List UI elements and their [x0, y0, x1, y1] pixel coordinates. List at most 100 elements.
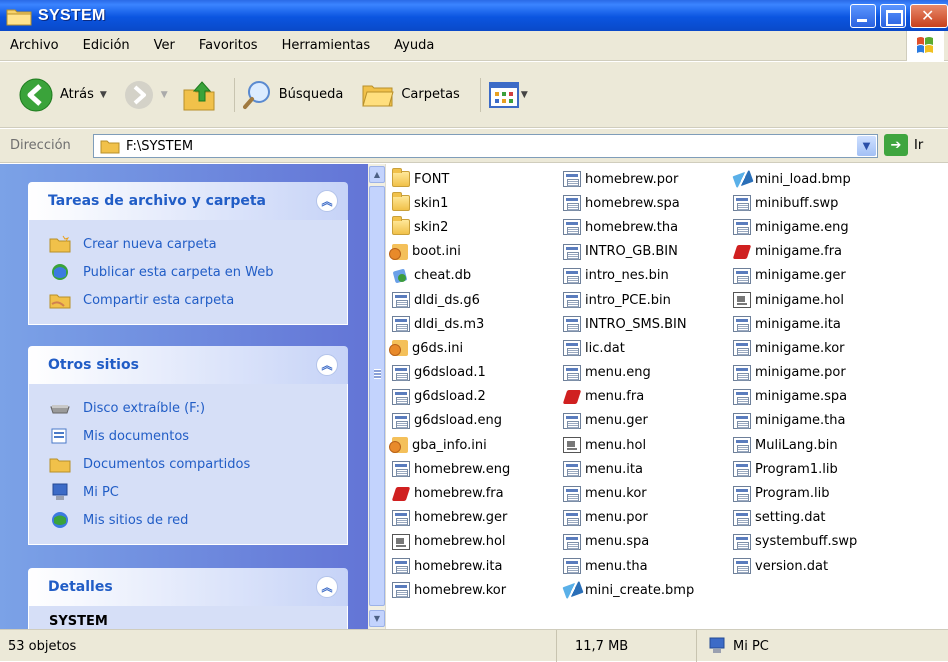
file-item[interactable]: INTRO_GB.BIN: [563, 240, 694, 264]
forward-dropdown-icon[interactable]: ▼: [161, 90, 168, 100]
scroll-up-button[interactable]: ▲: [369, 166, 385, 183]
file-item[interactable]: version.dat: [733, 554, 857, 578]
place-label: Disco extraíble (F:): [83, 400, 206, 416]
maximize-button[interactable]: [880, 4, 906, 28]
file-item[interactable]: minigame.ita: [733, 312, 857, 336]
file-item[interactable]: minigame.kor: [733, 336, 857, 360]
file-item[interactable]: homebrew.por: [563, 167, 694, 191]
place-my-documents[interactable]: Mis documentos: [49, 422, 347, 450]
file-item[interactable]: boot.ini: [389, 240, 510, 264]
file-item[interactable]: menu.hol: [563, 433, 694, 457]
file-item[interactable]: Program1.lib: [733, 457, 857, 481]
file-item[interactable]: minigame.ger: [733, 264, 857, 288]
file-item[interactable]: menu.spa: [563, 530, 694, 554]
file-item[interactable]: dldi_ds.m3: [392, 312, 510, 336]
file-name: dldi_ds.g6: [414, 292, 480, 308]
task-share-folder[interactable]: Compartir esta carpeta: [49, 286, 347, 314]
file-item[interactable]: homebrew.fra: [392, 481, 510, 505]
minimize-button[interactable]: [850, 4, 876, 28]
file-item[interactable]: minigame.eng: [733, 215, 857, 239]
file-item[interactable]: Program.lib: [733, 481, 857, 505]
panel-title[interactable]: Otros sitios ︽: [28, 346, 348, 384]
task-new-folder[interactable]: Crear nueva carpeta: [49, 230, 347, 258]
address-dropdown-icon[interactable]: ▼: [857, 136, 876, 156]
panel-title[interactable]: Tareas de archivo y carpeta ︽: [28, 182, 348, 220]
address-input[interactable]: F:\SYSTEM ▼: [93, 134, 878, 158]
panel-title[interactable]: Detalles ︽: [28, 568, 348, 606]
file-item[interactable]: menu.fra: [563, 385, 694, 409]
menu-edicion[interactable]: Edición: [83, 38, 130, 53]
menu-ver[interactable]: Ver: [154, 38, 175, 53]
file-item[interactable]: g6ds.ini: [389, 336, 510, 360]
file-item[interactable]: menu.kor: [563, 481, 694, 505]
file-item[interactable]: FONT: [392, 167, 510, 191]
back-button[interactable]: Atrás ▼: [18, 77, 107, 113]
file-icon: [733, 316, 751, 333]
file-item[interactable]: minigame.tha: [733, 409, 857, 433]
file-item[interactable]: menu.ger: [563, 409, 694, 433]
file-item[interactable]: dldi_ds.g6: [392, 288, 510, 312]
menu-archivo[interactable]: Archivo: [10, 38, 59, 53]
menu-herramientas[interactable]: Herramientas: [282, 38, 371, 53]
file-item[interactable]: minigame.spa: [733, 385, 857, 409]
file-item[interactable]: intro_nes.bin: [563, 264, 694, 288]
file-item[interactable]: homebrew.ger: [392, 506, 510, 530]
file-item[interactable]: mini_create.bmp: [563, 578, 694, 602]
file-item[interactable]: g6dsload.eng: [392, 409, 510, 433]
toolbar-separator: [479, 77, 481, 112]
file-item[interactable]: minigame.hol: [733, 288, 857, 312]
vertical-scrollbar[interactable]: ▲ ▼: [368, 164, 386, 629]
file-item[interactable]: systembuff.swp: [733, 530, 857, 554]
file-item[interactable]: lic.dat: [563, 336, 694, 360]
task-publish-web[interactable]: Publicar esta carpeta en Web: [49, 258, 347, 286]
file-item[interactable]: g6dsload.1: [392, 361, 510, 385]
close-button[interactable]: [910, 4, 948, 28]
back-label: Atrás: [60, 87, 94, 102]
file-item[interactable]: homebrew.tha: [563, 215, 694, 239]
views-button[interactable]: ▼: [488, 81, 528, 108]
file-item[interactable]: cheat.db: [392, 264, 510, 288]
panel-title-text: Tareas de archivo y carpeta: [48, 193, 266, 209]
go-button[interactable]: ➔ Ir: [884, 134, 923, 156]
file-item[interactable]: homebrew.spa: [563, 191, 694, 215]
place-shared-documents[interactable]: Documentos compartidos: [49, 450, 347, 478]
file-item[interactable]: INTRO_SMS.BIN: [563, 312, 694, 336]
back-dropdown-icon[interactable]: ▼: [100, 90, 107, 100]
collapse-chevron-icon[interactable]: ︽: [316, 354, 338, 376]
file-item[interactable]: homebrew.hol: [392, 530, 510, 554]
file-item[interactable]: setting.dat: [733, 506, 857, 530]
file-item[interactable]: g6dsload.2: [392, 385, 510, 409]
views-dropdown-icon[interactable]: ▼: [521, 90, 528, 100]
file-item[interactable]: homebrew.ita: [392, 554, 510, 578]
file-item[interactable]: gba_info.ini: [389, 433, 510, 457]
forward-button[interactable]: ▼: [123, 79, 168, 111]
file-item[interactable]: MuliLang.bin: [733, 433, 857, 457]
scroll-down-button[interactable]: ▼: [369, 610, 385, 627]
scroll-thumb[interactable]: [369, 186, 385, 606]
file-item[interactable]: homebrew.eng: [392, 457, 510, 481]
up-folder-button[interactable]: [182, 78, 218, 112]
menu-ayuda[interactable]: Ayuda: [394, 38, 434, 53]
place-my-computer[interactable]: Mi PC: [49, 478, 347, 506]
menu-favoritos[interactable]: Favoritos: [199, 38, 258, 53]
file-item[interactable]: minibuff.swp: [733, 191, 857, 215]
folders-button[interactable]: Carpetas: [361, 80, 460, 110]
search-button[interactable]: Búsqueda: [242, 80, 343, 110]
file-item[interactable]: minigame.por: [733, 361, 857, 385]
place-removable-disk[interactable]: Disco extraíble (F:): [49, 394, 347, 422]
file-item[interactable]: homebrew.kor: [392, 578, 510, 602]
file-item[interactable]: skin1: [392, 191, 510, 215]
collapse-chevron-icon[interactable]: ︽: [316, 190, 338, 212]
file-item[interactable]: menu.ita: [563, 457, 694, 481]
collapse-chevron-icon[interactable]: ︽: [316, 576, 338, 598]
title-bar[interactable]: SYSTEM: [0, 0, 948, 31]
file-item[interactable]: menu.tha: [563, 554, 694, 578]
file-name: dldi_ds.m3: [414, 316, 485, 332]
file-item[interactable]: menu.eng: [563, 361, 694, 385]
file-item[interactable]: intro_PCE.bin: [563, 288, 694, 312]
file-item[interactable]: minigame.fra: [733, 240, 857, 264]
file-item[interactable]: menu.por: [563, 506, 694, 530]
place-network[interactable]: Mis sitios de red: [49, 506, 347, 534]
file-item[interactable]: skin2: [392, 215, 510, 239]
file-item[interactable]: mini_load.bmp: [733, 167, 857, 191]
